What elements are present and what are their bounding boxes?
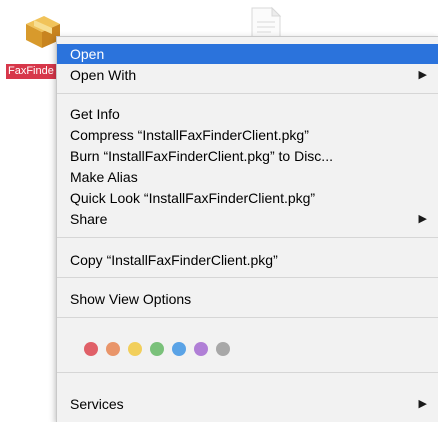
menu-item-open[interactable]: Open xyxy=(57,44,438,64)
tag-red-dot[interactable] xyxy=(84,342,98,356)
menu-separator xyxy=(57,93,438,94)
menu-item-label: Compress “InstallFaxFinderClient.pkg” xyxy=(70,127,309,143)
menu-item-label: Show View Options xyxy=(70,291,192,307)
menu-item-make-alias[interactable]: Make Alias xyxy=(57,167,438,187)
color-tags xyxy=(84,342,230,356)
menu-item-share[interactable]: Share ▶ xyxy=(57,209,438,229)
menu-item-copy[interactable]: Copy “InstallFaxFinderClient.pkg” xyxy=(57,250,438,270)
menu-item-compress[interactable]: Compress “InstallFaxFinderClient.pkg” xyxy=(57,125,438,145)
menu-separator xyxy=(57,277,438,278)
menu-item-label: Make Alias xyxy=(70,169,138,185)
menu-item-label: Quick Look “InstallFaxFinderClient.pkg” xyxy=(70,190,316,206)
menu-item-label: Get Info xyxy=(70,106,120,122)
triangle-right-icon: ▶ xyxy=(418,213,427,225)
menu-item-services[interactable]: Services ▶ xyxy=(57,394,438,414)
menu-item-label: Copy “InstallFaxFinderClient.pkg” xyxy=(70,252,278,268)
menu-item-burn[interactable]: Burn “InstallFaxFinderClient.pkg” to Dis… xyxy=(57,146,438,166)
tag-blue-dot[interactable] xyxy=(172,342,186,356)
context-menu: Open Open With ▶ Get Info Compress “Inst… xyxy=(56,36,438,422)
menu-item-show-view-options[interactable]: Show View Options xyxy=(57,289,438,309)
tag-gray-dot[interactable] xyxy=(216,342,230,356)
tag-purple-dot[interactable] xyxy=(194,342,208,356)
menu-item-label: Burn “InstallFaxFinderClient.pkg” to Dis… xyxy=(70,148,333,164)
triangle-right-icon: ▶ xyxy=(418,69,427,81)
menu-item-label: Open xyxy=(70,46,105,62)
menu-separator xyxy=(57,317,438,318)
tag-yellow-dot[interactable] xyxy=(128,342,142,356)
menu-item-label: Share xyxy=(70,211,108,227)
menu-item-label: Open With xyxy=(70,67,137,83)
menu-item-open-with[interactable]: Open With ▶ xyxy=(57,65,438,85)
tag-orange-dot[interactable] xyxy=(106,342,120,356)
menu-item-label: Services xyxy=(70,396,124,412)
triangle-right-icon: ▶ xyxy=(418,398,427,410)
menu-item-get-info[interactable]: Get Info xyxy=(57,104,438,124)
menu-item-quick-look[interactable]: Quick Look “InstallFaxFinderClient.pkg” xyxy=(57,188,438,208)
menu-separator xyxy=(57,237,438,238)
menu-separator xyxy=(57,372,438,373)
tag-green-dot[interactable] xyxy=(150,342,164,356)
